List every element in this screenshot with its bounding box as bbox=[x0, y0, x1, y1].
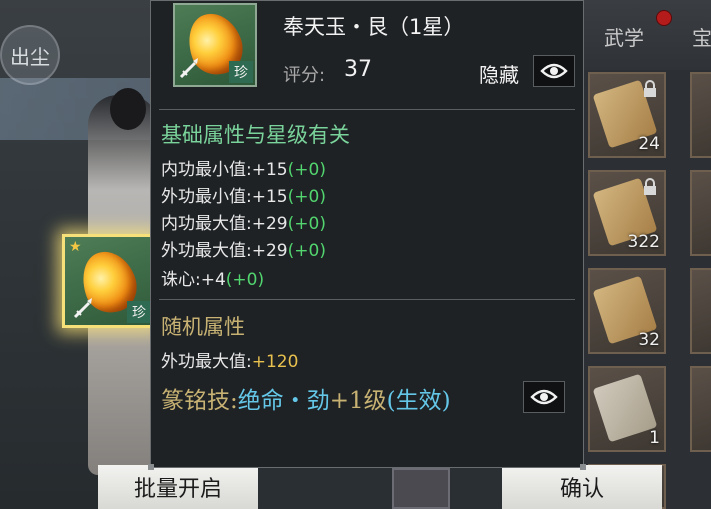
batch-open-button[interactable]: 批量开启 bbox=[98, 465, 258, 509]
inventory-slot[interactable]: 1 bbox=[588, 366, 666, 452]
lock-icon bbox=[644, 80, 656, 97]
item-title: 奉天玉・艮（1星） bbox=[283, 15, 465, 39]
eye-icon bbox=[540, 63, 568, 79]
attribute-row: 诛心:+4(+0) bbox=[161, 270, 265, 290]
game-logo: 出尘 bbox=[0, 25, 60, 85]
attribute-row: 内功最小值:+15(+0) bbox=[161, 160, 326, 180]
bottom-item-slot[interactable] bbox=[392, 468, 450, 509]
attribute-row: 内功最大值:+29(+0) bbox=[161, 214, 326, 234]
random-attributes-title: 随机属性 bbox=[161, 315, 245, 339]
character-head bbox=[110, 88, 146, 130]
tab-treasure[interactable]: 宝 bbox=[692, 22, 711, 51]
inventory-slot[interactable]: 24 bbox=[588, 72, 666, 158]
skill-detail-toggle-button[interactable] bbox=[523, 381, 565, 413]
attribute-row: 外功最大值:+120 bbox=[161, 352, 299, 372]
rarity-tag: 珍 bbox=[127, 301, 151, 323]
corner-ornament bbox=[580, 464, 586, 470]
item-count: 32 bbox=[638, 330, 660, 350]
engraving-skill-row: 篆铭技:绝命・劲+1级(生效) bbox=[161, 388, 451, 414]
inventory-slot[interactable]: 32 bbox=[588, 268, 666, 354]
star-icon: ★ bbox=[69, 239, 82, 255]
score-label: 评分: bbox=[283, 65, 326, 86]
eye-icon bbox=[530, 389, 558, 405]
divider bbox=[159, 109, 575, 110]
inventory-slot[interactable] bbox=[690, 72, 711, 158]
attribute-row: 外功最小值:+15(+0) bbox=[161, 187, 326, 207]
confirm-button[interactable]: 确认 bbox=[502, 465, 662, 509]
inventory-slot[interactable] bbox=[690, 170, 711, 256]
item-icon-frame: 珍 bbox=[173, 3, 257, 87]
item-count: 1 bbox=[649, 428, 660, 448]
attribute-row: 外功最大值:+29(+0) bbox=[161, 241, 326, 261]
sword-icon bbox=[179, 58, 198, 79]
item-count: 322 bbox=[627, 232, 660, 252]
item-count: 24 bbox=[638, 134, 660, 154]
score-value: 37 bbox=[344, 57, 372, 82]
selected-item-slot[interactable]: ★ 珍 bbox=[62, 234, 156, 328]
corner-ornament bbox=[148, 464, 154, 470]
rarity-tag: 珍 bbox=[229, 61, 253, 83]
tab-martial-arts[interactable]: 武学 bbox=[604, 22, 644, 51]
hide-toggle-button[interactable] bbox=[533, 55, 575, 87]
inventory-slot[interactable] bbox=[690, 268, 711, 354]
inventory-slot[interactable] bbox=[690, 366, 711, 452]
notification-dot bbox=[656, 10, 672, 26]
divider bbox=[159, 299, 575, 300]
inventory-slot[interactable]: 322 bbox=[588, 170, 666, 256]
hide-label: 隐藏 bbox=[479, 63, 519, 87]
lock-icon bbox=[644, 178, 656, 195]
base-attributes-title: 基础属性与星级有关 bbox=[161, 123, 350, 147]
sword-icon bbox=[73, 298, 92, 319]
item-tooltip: 珍 奉天玉・艮（1星） 评分: 37 隐藏 基础属性与星级有关 内功最小值:+1… bbox=[148, 0, 586, 470]
scroll-item-icon bbox=[592, 373, 658, 443]
